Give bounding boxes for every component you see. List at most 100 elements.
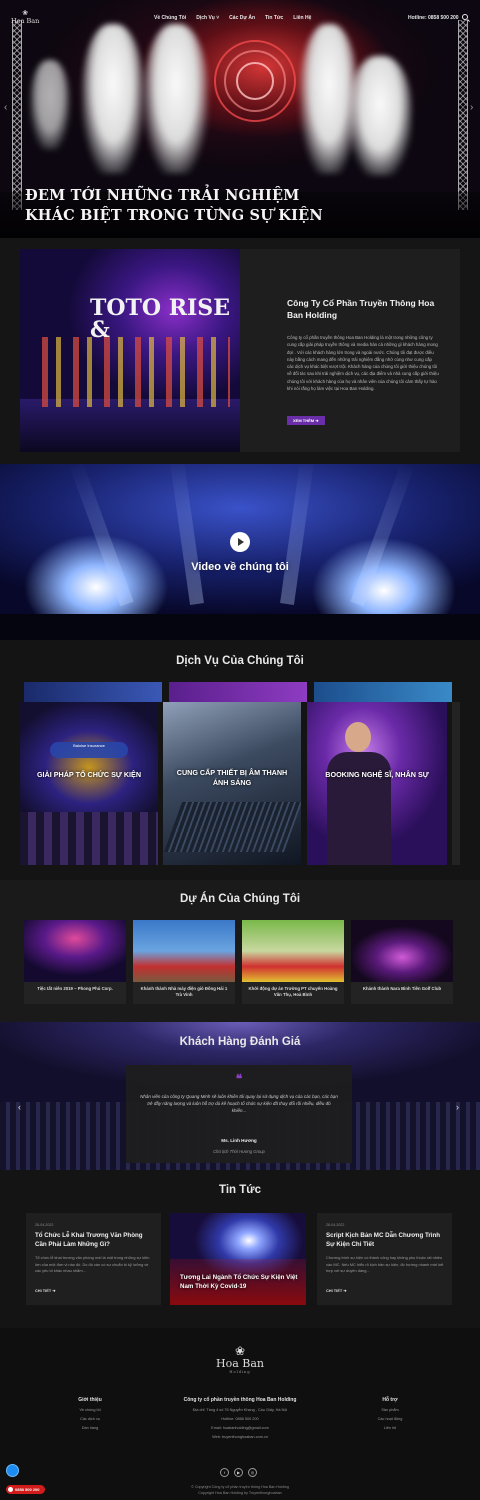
about-image: TOTO RISE & bbox=[20, 249, 240, 452]
news-feature-card[interactable]: Tương Lai Ngành Tổ Chức Sự Kiện Việt Nam… bbox=[170, 1213, 306, 1305]
service-card-events[interactable]: Baloise Insurance GIẢI PHÁP TỔ CHỨC SỰ K… bbox=[20, 702, 158, 865]
logo-text: Hoa Ban bbox=[11, 17, 40, 25]
light-beam bbox=[280, 464, 315, 605]
nav-item-projects[interactable]: Các Dự Án bbox=[229, 15, 255, 21]
project-card[interactable]: Khánh thành Nhà máy điện gió Đông Hải 1 … bbox=[133, 920, 235, 1004]
news-item-title[interactable]: Script Kịch Bản MC Dẫn Chương Trình Sự K… bbox=[326, 1231, 446, 1249]
flower-logo-icon: ❀ bbox=[234, 1344, 246, 1358]
site-logo[interactable]: ❀ Hoa Ban bbox=[11, 10, 39, 25]
footer-address: Địa chỉ: Tầng 4 số 76 Nguyễn Khang , Cầu… bbox=[192, 1408, 288, 1412]
news-item-title[interactable]: Tương Lai Ngành Tổ Chức Sự Kiện Việt Nam… bbox=[180, 1273, 300, 1291]
service-image-text: Baloise Insurance bbox=[50, 742, 128, 758]
service-card-sound-light[interactable]: CUNG CẤP THIẾT BỊ ÂM THANH ÁNH SÁNG bbox=[163, 702, 301, 865]
about-body: Công ty cổ phần truyền thông Hoa Ban Hol… bbox=[287, 335, 439, 392]
light-beam bbox=[69, 464, 134, 607]
footer-website[interactable]: Web: truyenthonghoaban.com.vn bbox=[160, 1435, 320, 1439]
project-image bbox=[242, 920, 344, 982]
footer-logo-sub: Holding bbox=[229, 1370, 251, 1374]
news-excerpt: Chương trình sự kiện có thành công hay k… bbox=[326, 1255, 444, 1273]
project-caption: Khánh thành Nhà máy điện gió Đông Hải 1 … bbox=[140, 986, 228, 998]
project-card[interactable]: Khánh thành Nara Bình Tiên Golf Club bbox=[351, 920, 453, 1004]
stage-truss bbox=[12, 20, 22, 210]
reviewer-name: Ms. Linh Hương bbox=[221, 1138, 257, 1143]
hero-title-line: KHÁC BIỆT TRONG TỪNG SỰ KIỆN bbox=[25, 207, 323, 224]
play-icon[interactable] bbox=[230, 532, 250, 552]
light-beam bbox=[350, 464, 415, 607]
nav-item-services[interactable]: Dịch Vụ ˅ bbox=[196, 15, 219, 21]
instagram-icon[interactable]: ◎ bbox=[248, 1468, 257, 1477]
reviewer-role: Chủ tịch Thời Hương Group bbox=[213, 1149, 265, 1154]
light-beam bbox=[169, 464, 204, 605]
footer-link[interactable]: Về chúng tôi bbox=[58, 1408, 122, 1412]
call-now-button[interactable]: 0858 500 200 bbox=[6, 1485, 46, 1494]
nav-item-about[interactable]: Về Chúng Tôi bbox=[154, 15, 186, 21]
header-hotline[interactable]: Hotline: 0858 500 200 bbox=[408, 15, 459, 21]
service-label: BOOKING NGHỆ SĨ, NHÂN SỰ bbox=[325, 770, 429, 779]
service-strip bbox=[314, 682, 452, 702]
footer-logo[interactable]: ❀ Hoa Ban Holding bbox=[0, 1344, 480, 1374]
banquet-tables bbox=[20, 812, 158, 865]
project-caption: Tiệc tất niên 2019 – Phong Phú Corp. bbox=[37, 986, 113, 991]
nav-item-news[interactable]: Tin Tức bbox=[265, 15, 283, 21]
nav-item-contact[interactable]: Liên Hệ bbox=[293, 15, 311, 21]
smoke-jet bbox=[82, 24, 144, 174]
footer-email[interactable]: Email: hoabanholding@gmail.com bbox=[160, 1426, 320, 1430]
news-detail-link[interactable]: CHI TIẾT ➜ bbox=[35, 1288, 56, 1293]
quote-icon: ❝ bbox=[235, 1072, 243, 1086]
flower-logo-icon: ❀ bbox=[22, 9, 29, 17]
review-prev-icon[interactable]: ‹ bbox=[18, 1102, 21, 1112]
service-card-booking[interactable]: BOOKING NGHỆ SĨ, NHÂN SỰ bbox=[307, 702, 447, 865]
search-icon[interactable] bbox=[462, 14, 468, 20]
youtube-icon[interactable]: ▶ bbox=[234, 1468, 243, 1477]
read-more-button[interactable]: XEM THÊM ➜ bbox=[287, 416, 325, 425]
about-image-text: TOTO RISE & bbox=[90, 295, 230, 343]
messenger-chat-icon[interactable] bbox=[6, 1464, 19, 1477]
crowd-silhouette bbox=[0, 614, 480, 640]
video-section: Video về chúng tôi bbox=[0, 464, 480, 640]
projects-title: Dự Án Của Chúng Tôi bbox=[179, 893, 301, 905]
hero-title: ĐEM TỚI NHỮNG TRẢI NGHIỆM KHÁC BIỆT TRON… bbox=[25, 186, 323, 226]
site-header: ❀ Hoa Ban Về Chúng Tôi Dịch Vụ ˅ Các Dự … bbox=[0, 0, 480, 36]
news-card[interactable]: 26-04-2022 Tổ Chức Lễ Khai Trương Văn Ph… bbox=[26, 1213, 161, 1305]
footer-logo-text: Hoa Ban bbox=[216, 1357, 264, 1370]
news-date: 26-04-2022 bbox=[326, 1223, 345, 1227]
news-detail-link[interactable]: CHI TIẾT ➜ bbox=[326, 1288, 347, 1293]
service-strip bbox=[169, 682, 307, 702]
singer-figure bbox=[327, 752, 391, 865]
service-label: CUNG CẤP THIẾT BỊ ÂM THANH ÁNH SÁNG bbox=[176, 768, 288, 787]
mixer-console bbox=[163, 802, 301, 852]
about-card: TOTO RISE & Công Ty Cổ Phần Truyền Thông… bbox=[20, 249, 460, 452]
service-strip bbox=[24, 682, 162, 702]
news-item-title[interactable]: Tổ Chức Lễ Khai Trương Văn Phòng Cần Phả… bbox=[35, 1231, 155, 1249]
hero-prev-icon[interactable]: ‹ bbox=[4, 102, 7, 113]
hero-title-line: ĐEM TỚI NHỮNG TRẢI NGHIỆM bbox=[25, 187, 300, 204]
stage-light-ring bbox=[236, 62, 274, 100]
smoke-jet bbox=[30, 60, 70, 150]
footer-link[interactable]: Các hoạt động bbox=[358, 1417, 422, 1421]
footer-link[interactable]: Sản phẩm bbox=[358, 1408, 422, 1412]
performers bbox=[30, 337, 230, 407]
hero-next-icon[interactable]: › bbox=[470, 102, 473, 113]
projects-section: Dự Án Của Chúng Tôi Tiệc tất niên 2019 –… bbox=[0, 880, 480, 1022]
footer-hotline[interactable]: Hotline: 0858 500 200 bbox=[160, 1417, 320, 1421]
project-card[interactable]: Tiệc tất niên 2019 – Phong Phú Corp. bbox=[24, 920, 126, 1004]
footer-link[interactable]: Các dịch vụ bbox=[58, 1417, 122, 1421]
project-image bbox=[133, 920, 235, 982]
review-next-icon[interactable]: › bbox=[456, 1102, 459, 1112]
footer-col-title: Giới thiệu bbox=[78, 1397, 102, 1403]
project-image bbox=[351, 920, 453, 982]
copyright-line: Copyright Hoa Ban Holding by Truyenthong… bbox=[198, 1490, 282, 1495]
service-label: GIẢI PHÁP TỔ CHỨC SỰ KIỆN bbox=[36, 770, 142, 779]
stage-truss bbox=[458, 20, 468, 210]
footer-link[interactable]: Liên hệ bbox=[358, 1426, 422, 1430]
news-title: Tin Tức bbox=[219, 1184, 261, 1196]
about-section: TOTO RISE & Công Ty Cổ Phần Truyền Thông… bbox=[0, 238, 480, 464]
facebook-icon[interactable]: f bbox=[220, 1468, 229, 1477]
main-nav: Về Chúng Tôi Dịch Vụ ˅ Các Dự Án Tin Tức… bbox=[154, 15, 321, 21]
news-date: 26-04-2022 bbox=[35, 1223, 54, 1227]
news-card[interactable]: 26-04-2022 Script Kịch Bản MC Dẫn Chương… bbox=[317, 1213, 452, 1305]
footer-link[interactable]: Dàn hàng bbox=[58, 1426, 122, 1430]
reviews-title: Khách Hàng Đánh Giá bbox=[179, 1036, 301, 1048]
review-card: ❝ Nhân viên của công ty Quang Minh sẽ lu… bbox=[126, 1065, 352, 1163]
project-card[interactable]: Khởi động dự án Trường PT chuyên Hoàng V… bbox=[242, 920, 344, 1004]
